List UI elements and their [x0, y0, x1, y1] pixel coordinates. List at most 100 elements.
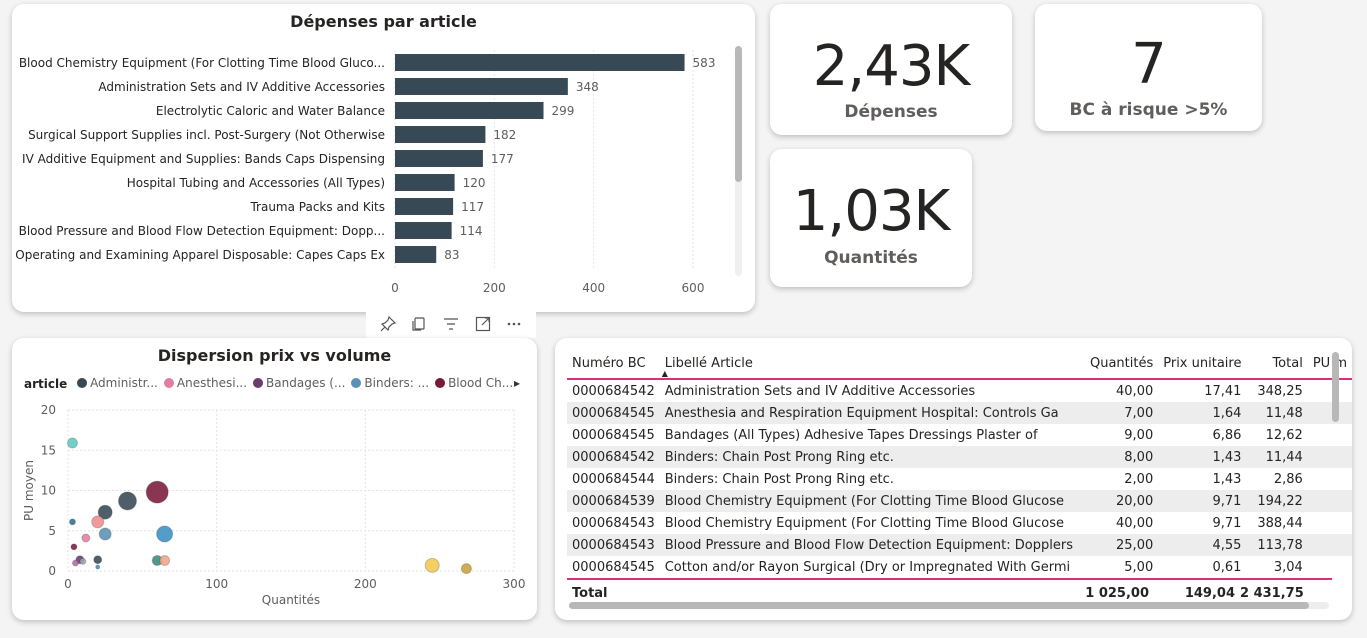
scatter-point[interactable] [70, 543, 78, 551]
scatter-y-axis-label: PU moyen [22, 460, 36, 521]
bar[interactable] [395, 246, 437, 263]
bar[interactable] [395, 222, 452, 239]
bar-data-label: 182 [493, 128, 516, 142]
bar-category-label: Blood Pressure and Blood Flow Detection … [19, 224, 385, 238]
scatter-point[interactable] [79, 557, 87, 565]
bar-x-tick-label: 0 [391, 281, 399, 295]
bar-data-label: 117 [461, 200, 484, 214]
bar-category-label: Blood Chemistry Equipment (For Clotting … [19, 56, 385, 70]
bar-chart-scrollbar[interactable] [735, 46, 742, 276]
table-cell: Binders: Chain Post Prong Ring etc. [664, 471, 894, 487]
bar[interactable] [395, 102, 544, 119]
kpi-value-quantites: 1,03K [792, 179, 950, 244]
kpi-value-depenses: 2,43K [812, 34, 970, 99]
bar-chart-card[interactable]: Dépenses par article 0 200 400 600 Blood Che… [12, 4, 755, 312]
table-cell [1308, 556, 1352, 578]
table-cell [1307, 534, 1352, 556]
table-cell: 1,43 [1212, 471, 1242, 487]
table-row[interactable]: 0000684539 Blood Chemistry Equipment (For… [567, 490, 1352, 512]
scatter-y-tick-label: 15 [41, 443, 56, 457]
table-cell: 388,44 [1257, 515, 1303, 531]
table-row[interactable]: 0000684543 Blood Pressure and Blood Flow … [567, 534, 1352, 556]
scatter-point[interactable] [71, 559, 79, 567]
table-cell: Blood Pressure and Blood Flow Detection … [659, 534, 1078, 556]
table-cell: 0000684542 [567, 446, 660, 468]
scatter-chart-card[interactable]: Dispersion prix vs volume article Admini… [12, 338, 537, 620]
column-header[interactable]: Numéro BC [567, 348, 660, 379]
bar[interactable] [395, 78, 568, 95]
table-cell: 4,55 [1158, 534, 1247, 556]
bar[interactable] [395, 54, 685, 71]
table-cell: 9,71 [1158, 490, 1247, 512]
table-cell: Blood Chemistry Equipment (For Clotting … [664, 515, 1065, 531]
scatter-chart: 051015200 100 200 300QuantitésPU moyen [22, 403, 525, 607]
bar-x-tick-label: 400 [582, 281, 605, 295]
table-cell [1308, 468, 1352, 490]
scatter-point[interactable] [156, 525, 174, 543]
total-total: 2 431,75 [1240, 585, 1304, 601]
table-cell [1307, 446, 1352, 468]
bar[interactable] [395, 150, 483, 167]
scatter-point[interactable] [159, 555, 171, 567]
more-options-icon[interactable] [503, 313, 525, 335]
table-row[interactable]: 0000684545 Anesthesia and Respiration Equ… [567, 402, 1352, 424]
scatter-point[interactable] [145, 480, 169, 504]
column-header[interactable]: Total [1246, 348, 1307, 379]
table-row[interactable]: 0000684542 Binders: Chain Post Prong Ring… [567, 446, 1352, 468]
bar-category-label: Surgical Support Supplies incl. Post-Sur… [28, 128, 385, 142]
scatter-point[interactable] [93, 555, 103, 565]
sort-ascending-icon[interactable]: ▲ [662, 369, 668, 378]
scatter-point[interactable] [68, 518, 76, 526]
kpi-card-depenses: 2,43K Dépenses [770, 4, 1012, 135]
scatter-point[interactable] [460, 563, 472, 575]
bar-category-label: IV Additive Equipment and Supplies: Band… [22, 152, 385, 166]
total-label: Total [572, 585, 608, 601]
scatter-point[interactable] [98, 527, 112, 541]
table-cell [1307, 490, 1352, 512]
bar-chart-scroll-thumb[interactable] [735, 46, 742, 182]
table-row[interactable]: 0000684545 Cotton and/or Rayon Surgical (… [567, 556, 1352, 578]
scatter-point[interactable] [117, 491, 137, 511]
table-cell: 2,86 [1273, 471, 1303, 487]
scatter-point[interactable] [424, 557, 440, 573]
column-header[interactable]: Quantités [1078, 348, 1158, 379]
total-quantites: 1 025,00 [1085, 585, 1149, 601]
scatter-y-tick-label: 5 [48, 524, 56, 538]
bar[interactable] [395, 126, 486, 143]
table-row[interactable]: 0000684544 Binders: Chain Post Prong Ring… [567, 468, 1352, 490]
focus-mode-icon[interactable] [472, 313, 494, 335]
table-row[interactable]: 0000684542 Administration Sets and IV Add… [567, 378, 1352, 402]
copy-icon[interactable] [408, 313, 430, 335]
table-cell: 1,43 [1158, 446, 1247, 468]
table-horizontal-scroll-thumb[interactable] [569, 602, 1309, 609]
bar[interactable] [395, 198, 454, 215]
table-cell: 0000684542 [567, 378, 660, 402]
column-header[interactable]: Libellé Article ▲ [660, 348, 1078, 379]
table-card[interactable]: Numéro BC Libellé Article ▲ Quantités Prix u… [555, 338, 1352, 620]
table-cell: 0,61 [1212, 559, 1242, 575]
bar-category-label: Electrolytic Caloric and Water Balance [156, 104, 385, 118]
filter-icon[interactable] [440, 313, 462, 335]
column-header[interactable]: PU m [1308, 348, 1352, 379]
table-cell: 0000684539 [567, 490, 660, 512]
table-horizontal-scrollbar[interactable] [569, 602, 1329, 609]
table-vertical-scrollbar[interactable] [1332, 352, 1339, 422]
pin-icon[interactable] [377, 313, 399, 335]
bar-data-label: 120 [463, 176, 486, 190]
scatter-point[interactable] [66, 437, 78, 449]
table-row[interactable]: 0000684543 Blood Chemistry Equipment (For… [567, 512, 1352, 534]
scatter-point[interactable] [95, 564, 101, 570]
scatter-point[interactable] [91, 515, 105, 529]
data-table: Numéro BC Libellé Article ▲ Quantités Prix u… [567, 348, 1352, 578]
scatter-x-tick-label: 200 [354, 577, 377, 591]
bar-category-label: Hospital Tubing and Accessories (All Typ… [127, 176, 385, 190]
column-header[interactable]: Prix unitaire [1158, 348, 1246, 379]
table-cell: 8,00 [1077, 446, 1159, 468]
table-cell: Anesthesia and Respiration Equipment Hos… [659, 402, 1078, 424]
bar[interactable] [395, 174, 455, 191]
scatter-point[interactable] [81, 533, 91, 543]
bar-chart: 0 200 400 600 Blood Chemistry Equipment (For… [15, 50, 715, 295]
table-cell: 9,71 [1212, 515, 1242, 531]
table-row[interactable]: 0000684545 Bandages (All Types) Adhesive … [567, 424, 1352, 446]
table-cell: 12,62 [1265, 427, 1303, 443]
